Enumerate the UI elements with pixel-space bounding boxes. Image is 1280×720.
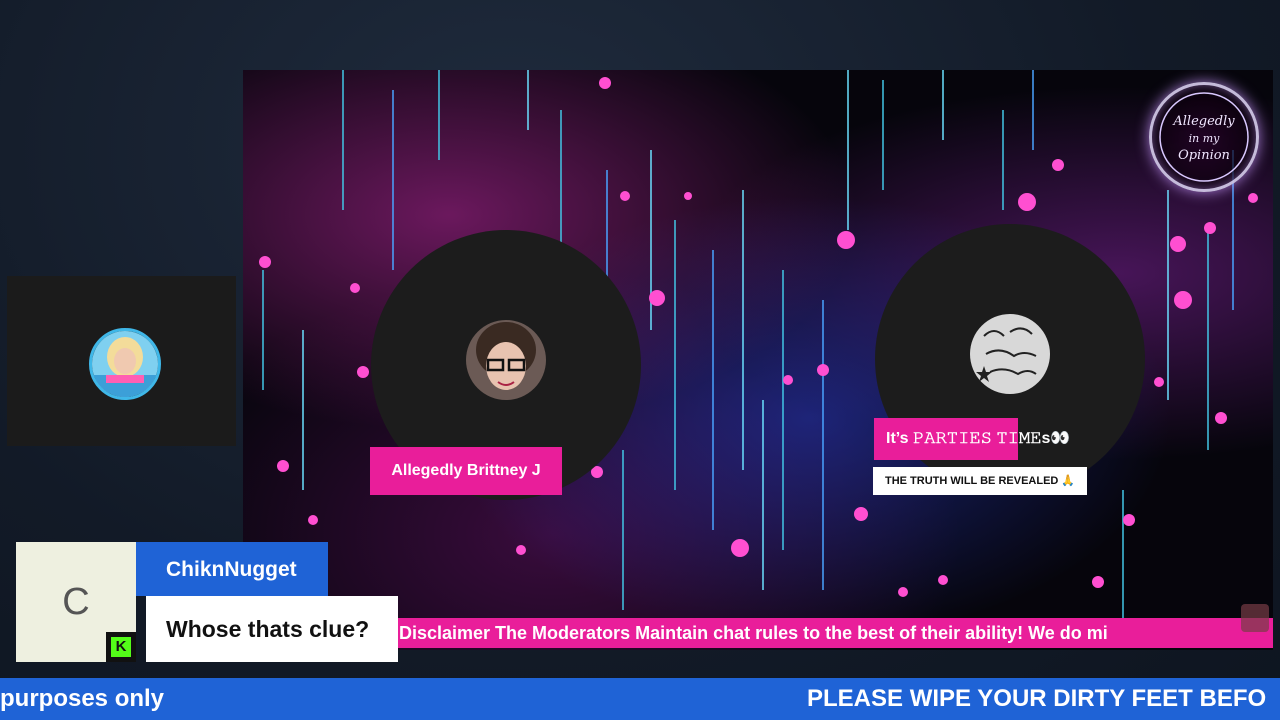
speaker-avatar-left bbox=[466, 320, 546, 400]
chat-avatar: C K bbox=[16, 542, 136, 662]
speaker-subtitle-right: THE TRUTH WILL BE REVEALED 🙏 bbox=[873, 467, 1088, 495]
show-logo: Allegedly in my Opinion bbox=[1149, 82, 1259, 192]
webcam-avatar bbox=[89, 328, 161, 400]
webcam-tile bbox=[7, 276, 236, 446]
speaker-name-right: It’s 𝙿𝙰𝚁𝚃𝙸𝙴𝚂 𝚃𝙸𝙼𝙴s👀 bbox=[874, 418, 1070, 460]
ticker-text-right: PLEASE WIPE YOUR DIRTY FEET BEFO bbox=[807, 685, 1267, 712]
stream-stage: Allegedly in my Opinion Allegedly Brittn… bbox=[243, 70, 1273, 650]
svg-text:Allegedly: Allegedly bbox=[1172, 114, 1235, 129]
speaker-name-left: Allegedly Brittney J bbox=[370, 447, 562, 495]
svg-text:Opinion: Opinion bbox=[1178, 148, 1230, 163]
ticker-text-left: purposes only bbox=[0, 685, 165, 712]
chat-username: ChiknNugget bbox=[136, 542, 328, 596]
kick-platform-icon: K bbox=[106, 632, 136, 662]
chat-message-text: Whose thats clue? bbox=[146, 596, 398, 662]
kick-badge-letter: K bbox=[111, 637, 131, 657]
speaker-avatar-right bbox=[970, 314, 1050, 394]
bottom-ticker: purposes only PLEASE WIPE YOUR DIRTY FEE… bbox=[0, 678, 1280, 720]
svg-text:in my: in my bbox=[1189, 132, 1221, 145]
disclaimer-text: Disclaimer The Moderators Maintain chat … bbox=[399, 623, 1108, 643]
gift-box-icon bbox=[1241, 604, 1269, 632]
